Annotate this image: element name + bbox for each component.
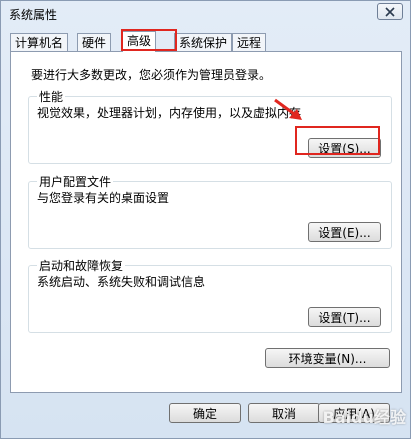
performance-desc: 视觉效果，处理器计划，内存使用，以及虚拟内存: [37, 106, 302, 120]
performance-title: 性能: [37, 88, 66, 105]
startup-recovery-desc: 系统启动、系统失败和调试信息: [37, 275, 206, 289]
tab-hardware[interactable]: 硬件: [77, 33, 112, 51]
tab-strip: 计算机名 硬件 高级 系统保护 远程: [10, 31, 400, 52]
user-profiles-title: 用户配置文件: [37, 173, 114, 190]
tab-remote[interactable]: 远程: [232, 33, 267, 51]
cancel-button[interactable]: 取消: [248, 403, 320, 423]
user-profiles-settings-button[interactable]: 设置(E)...: [308, 222, 381, 242]
system-properties-window: 系统属性 计算机名 硬件 高级 系统保护 远程 要进行大多数更改，您必须作为管理…: [0, 0, 411, 439]
ok-button[interactable]: 确定: [169, 403, 241, 423]
apply-button[interactable]: 应用(A): [318, 403, 390, 423]
startup-recovery-title: 启动和故障恢复: [37, 257, 126, 274]
performance-group: 性能 视觉效果，处理器计划，内存使用，以及虚拟内存 设置(S)...: [28, 88, 392, 164]
close-icon: [385, 6, 395, 17]
advanced-panel: 要进行大多数更改，您必须作为管理员登录。 性能 视觉效果，处理器计划，内存使用，…: [10, 51, 402, 393]
tab-advanced[interactable]: 高级: [122, 31, 157, 52]
close-button[interactable]: [377, 3, 403, 20]
tab-computer-name[interactable]: 计算机名: [10, 33, 69, 51]
environment-variables-button[interactable]: 环境变量(N)...: [265, 348, 390, 368]
admin-note: 要进行大多数更改，您必须作为管理员登录。: [31, 68, 272, 82]
user-profiles-group: 用户配置文件 与您登录有关的桌面设置 设置(E)...: [28, 173, 392, 249]
startup-recovery-settings-button[interactable]: 设置(T)...: [308, 307, 381, 327]
annotation-arrow-icon: [274, 98, 302, 120]
window-title: 系统属性: [9, 8, 58, 22]
title-bar: 系统属性: [1, 1, 410, 27]
user-profiles-desc: 与您登录有关的桌面设置: [37, 191, 170, 205]
startup-recovery-group: 启动和故障恢复 系统启动、系统失败和调试信息 设置(T)...: [28, 257, 392, 333]
performance-settings-button[interactable]: 设置(S)...: [308, 138, 381, 158]
tab-system-protection[interactable]: 系统保护: [174, 33, 233, 51]
